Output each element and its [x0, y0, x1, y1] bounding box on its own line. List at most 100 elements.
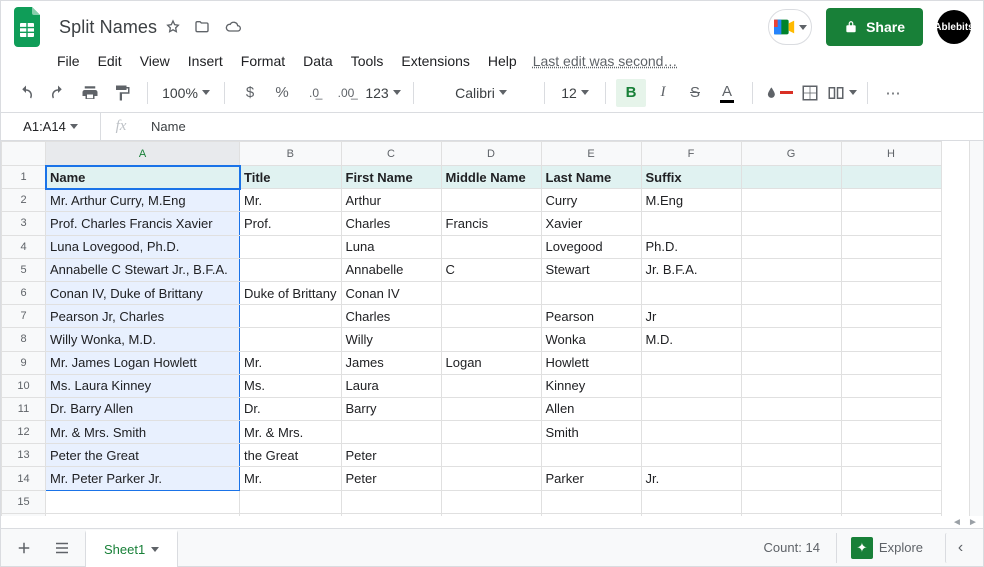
fill-color-button[interactable]: [763, 79, 793, 107]
menu-insert[interactable]: Insert: [180, 49, 231, 73]
cell-F12[interactable]: [641, 421, 741, 444]
cell-A14[interactable]: Mr. Peter Parker Jr.: [46, 467, 240, 490]
spreadsheet-grid[interactable]: ABCDEFGH1NameTitleFirst NameMiddle NameL…: [1, 141, 942, 516]
menu-help[interactable]: Help: [480, 49, 525, 73]
cell-C3[interactable]: Charles: [341, 212, 441, 235]
cell-E10[interactable]: Kinney: [541, 374, 641, 397]
cell-C15[interactable]: [341, 490, 441, 513]
cell-D5[interactable]: C: [441, 258, 541, 281]
undo-icon[interactable]: [11, 79, 41, 107]
menu-data[interactable]: Data: [295, 49, 341, 73]
cell-F13[interactable]: [641, 444, 741, 467]
col-header-B[interactable]: B: [240, 142, 342, 166]
cell-F10[interactable]: [641, 374, 741, 397]
cell-blank-B[interactable]: [240, 513, 342, 516]
row-header-8[interactable]: 8: [2, 328, 46, 351]
cell-H4[interactable]: [841, 235, 941, 258]
cell-H9[interactable]: [841, 351, 941, 374]
doc-title[interactable]: Split Names: [59, 17, 157, 38]
menu-file[interactable]: File: [49, 49, 88, 73]
cell-A7[interactable]: Pearson Jr, Charles: [46, 305, 240, 328]
row-header-11[interactable]: 11: [2, 397, 46, 420]
zoom-select[interactable]: 100%: [158, 79, 214, 107]
sheet-tab-sheet1[interactable]: Sheet1: [85, 530, 178, 567]
cell-F4[interactable]: Ph.D.: [641, 235, 741, 258]
chevron-down-icon[interactable]: [151, 547, 159, 552]
account-avatar[interactable]: Ablebits: [937, 10, 971, 44]
cell-F8[interactable]: M.D.: [641, 328, 741, 351]
cell-E8[interactable]: Wonka: [541, 328, 641, 351]
share-button[interactable]: Share: [826, 8, 923, 46]
cell-B1[interactable]: Title: [240, 166, 342, 189]
cell-E1[interactable]: Last Name: [541, 166, 641, 189]
cell-A4[interactable]: Luna Lovegood, Ph.D.: [46, 235, 240, 258]
cell-blank-A[interactable]: [46, 513, 240, 516]
col-header-G[interactable]: G: [741, 142, 841, 166]
cell-D6[interactable]: [441, 281, 541, 304]
cell-C6[interactable]: Conan IV: [341, 281, 441, 304]
star-icon[interactable]: [165, 19, 181, 35]
name-box[interactable]: A1:A14: [1, 113, 101, 140]
cell-G3[interactable]: [741, 212, 841, 235]
cell-E15[interactable]: [541, 490, 641, 513]
row-header-7[interactable]: 7: [2, 305, 46, 328]
row-header-15[interactable]: 15: [2, 490, 46, 513]
cell-C1[interactable]: First Name: [341, 166, 441, 189]
cell-D12[interactable]: [441, 421, 541, 444]
borders-button[interactable]: [795, 79, 825, 107]
row-header-blank[interactable]: [2, 513, 46, 516]
cell-C9[interactable]: James: [341, 351, 441, 374]
cell-B10[interactable]: Ms.: [240, 374, 342, 397]
cell-C4[interactable]: Luna: [341, 235, 441, 258]
strikethrough-button[interactable]: S: [680, 79, 710, 107]
cell-A9[interactable]: Mr. James Logan Howlett: [46, 351, 240, 374]
scroll-right-icon[interactable]: ►: [965, 516, 981, 528]
cell-F5[interactable]: Jr. B.F.A.: [641, 258, 741, 281]
percent-icon[interactable]: %: [267, 79, 297, 107]
cell-A12[interactable]: Mr. & Mrs. Smith: [46, 421, 240, 444]
font-family-select[interactable]: Calibri: [424, 79, 534, 107]
col-header-E[interactable]: E: [541, 142, 641, 166]
cell-A13[interactable]: Peter the Great: [46, 444, 240, 467]
cell-D14[interactable]: [441, 467, 541, 490]
cell-A5[interactable]: Annabelle C Stewart Jr., B.F.A.: [46, 258, 240, 281]
menu-tools[interactable]: Tools: [343, 49, 392, 73]
formula-input[interactable]: Name: [141, 119, 983, 134]
cell-G5[interactable]: [741, 258, 841, 281]
increase-decimal-icon[interactable]: .00̲: [331, 79, 361, 107]
merge-cells-button[interactable]: [827, 79, 857, 107]
cell-blank-F[interactable]: [641, 513, 741, 516]
cell-H3[interactable]: [841, 212, 941, 235]
cell-H2[interactable]: [841, 189, 941, 212]
cell-C13[interactable]: Peter: [341, 444, 441, 467]
cell-E12[interactable]: Smith: [541, 421, 641, 444]
cell-B6[interactable]: Duke of Brittany: [240, 281, 342, 304]
cell-C2[interactable]: Arthur: [341, 189, 441, 212]
cell-G15[interactable]: [741, 490, 841, 513]
cell-A1[interactable]: Name: [46, 166, 240, 189]
cell-A15[interactable]: [46, 490, 240, 513]
all-sheets-button[interactable]: [47, 533, 77, 563]
cell-C10[interactable]: Laura: [341, 374, 441, 397]
cell-G13[interactable]: [741, 444, 841, 467]
row-header-10[interactable]: 10: [2, 374, 46, 397]
cell-G10[interactable]: [741, 374, 841, 397]
cell-E2[interactable]: Curry: [541, 189, 641, 212]
italic-button[interactable]: I: [648, 79, 678, 107]
cell-B2[interactable]: Mr.: [240, 189, 342, 212]
cloud-status-icon[interactable]: [223, 19, 243, 35]
cell-D9[interactable]: Logan: [441, 351, 541, 374]
cell-G4[interactable]: [741, 235, 841, 258]
scroll-left-icon[interactable]: ◄: [949, 516, 965, 528]
cell-E11[interactable]: Allen: [541, 397, 641, 420]
cell-blank-G[interactable]: [741, 513, 841, 516]
cell-E4[interactable]: Lovegood: [541, 235, 641, 258]
cell-B4[interactable]: [240, 235, 342, 258]
row-header-1[interactable]: 1: [2, 166, 46, 189]
cell-A2[interactable]: Mr. Arthur Curry, M.Eng: [46, 189, 240, 212]
row-header-5[interactable]: 5: [2, 258, 46, 281]
last-edit-link[interactable]: Last edit was second…: [533, 53, 678, 69]
cell-C11[interactable]: Barry: [341, 397, 441, 420]
cell-B12[interactable]: Mr. & Mrs.: [240, 421, 342, 444]
cell-F2[interactable]: M.Eng: [641, 189, 741, 212]
